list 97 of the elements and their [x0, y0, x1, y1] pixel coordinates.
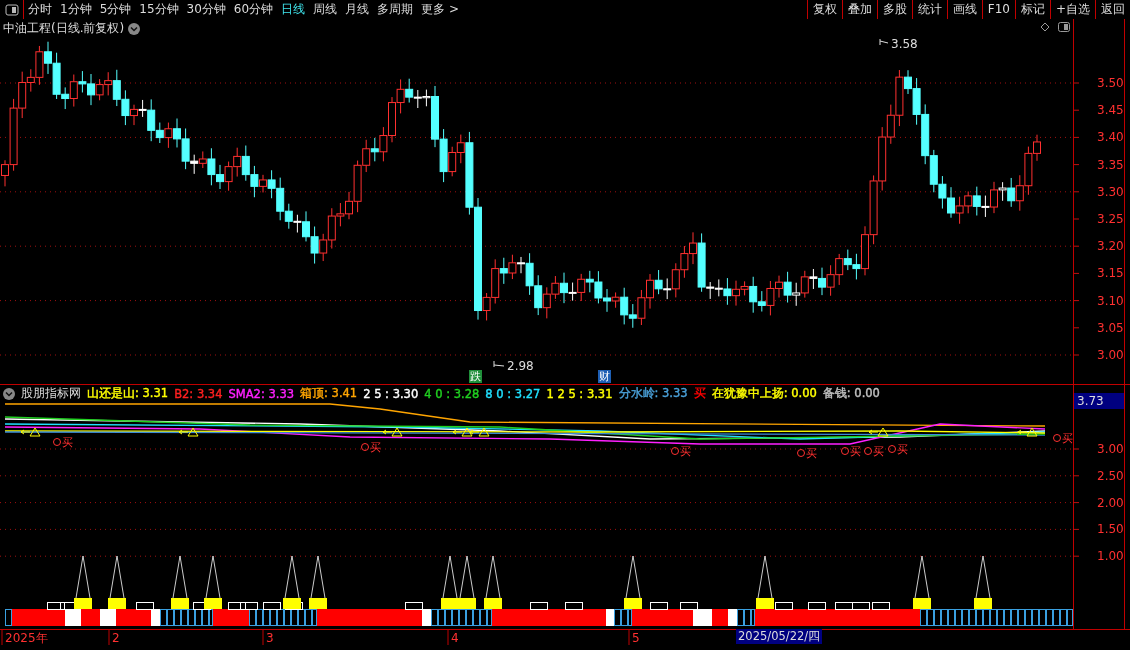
dropdown-icon[interactable] [128, 22, 141, 35]
buy-signal-label: 买 [680, 445, 691, 458]
candlestick [405, 78, 414, 104]
value-axis-label: 3.00 [1097, 442, 1124, 456]
legend-item: 箱顶: 3.41 [300, 386, 358, 401]
arrow-triangle-marker-icon [452, 427, 473, 437]
candlestick [809, 268, 818, 290]
legend-item: 在犹豫中上扬: 0.00 [711, 386, 817, 401]
date-axis-label: 2025年 [5, 631, 48, 645]
candlestick [826, 264, 835, 297]
value-axis-label: 2.00 [1097, 495, 1124, 510]
pointer-arrow-icon [493, 360, 505, 368]
value-axis-label: 1.50 [1097, 522, 1124, 537]
legend-item: 备钱: 0.00 [822, 386, 880, 401]
legend-item: 买 [693, 386, 706, 401]
date-axis-label: 5 [632, 631, 640, 645]
price-axis-label: 3.30 [1097, 184, 1124, 199]
value-axis-label: 2.50 [1097, 468, 1124, 483]
arrow-triangle-marker-icon [20, 427, 41, 437]
circle-marker-icon [797, 449, 805, 457]
candlestick [637, 289, 646, 326]
candlestick [551, 275, 560, 300]
diamond-icon[interactable] [1040, 22, 1050, 32]
price-axis-label: 3.05 [1097, 320, 1124, 335]
candlestick [972, 186, 981, 216]
candlestick [241, 145, 250, 182]
date-axis-label: 2 [112, 631, 120, 645]
candlestick [542, 286, 551, 319]
buy-signal-label: 买 [1062, 432, 1073, 445]
price-axis-label: 3.20 [1097, 239, 1124, 254]
candlestick [964, 190, 973, 214]
candlestick [929, 149, 938, 193]
buy-signal-label: 买 [850, 445, 861, 458]
candlestick [310, 226, 319, 265]
legend-item: 1 2 5 : 3.31 [546, 386, 613, 401]
circle-marker-icon [888, 445, 896, 453]
buy-signal-label: 买 [897, 443, 908, 456]
pointer-arrow-icon [879, 38, 889, 46]
cursor-date-label: 2025/05/22/四 [736, 629, 823, 644]
candlestick [783, 271, 792, 304]
date-axis-label: 4 [451, 631, 459, 645]
buy-signal-label: 买 [370, 441, 381, 454]
buy-signal-label: 买 [873, 445, 884, 458]
circle-marker-icon [864, 447, 872, 455]
circle-marker-icon [841, 447, 849, 455]
legend-item: 8 0 : 3.27 [485, 386, 541, 401]
circle-marker-icon [1053, 434, 1061, 442]
arrow-triangle-marker-icon [382, 427, 403, 437]
circle-marker-icon [361, 443, 369, 451]
legend-item: B2: 3.34 [174, 386, 223, 401]
high-price-label: 3.58 [891, 37, 918, 51]
legend-item: 山还是山: 3.31 [87, 386, 169, 401]
candlestick [654, 269, 663, 295]
low-price-label: 2.98 [507, 359, 534, 373]
price-axis-label: 3.25 [1097, 212, 1124, 226]
event-badge[interactable]: 跌 [469, 370, 482, 383]
candlestick [233, 147, 242, 178]
dropdown-icon[interactable] [3, 387, 15, 400]
candlestick [921, 103, 930, 165]
buy-signal-label: 买 [62, 436, 73, 449]
circle-marker-icon [53, 438, 61, 446]
candlestick [869, 174, 878, 245]
legend-item: 2 5 : 3.30 [363, 386, 419, 401]
candlestick [224, 161, 233, 192]
circle-marker-icon [671, 447, 679, 455]
indicator-name: 股朋指标网 [21, 386, 81, 401]
candlestick [680, 245, 689, 279]
date-axis-label: 3 [266, 631, 274, 645]
price-axis-label: 3.35 [1097, 157, 1124, 172]
value-axis-label: 1.00 [1097, 549, 1124, 564]
arrow-triangle-marker-icon [868, 427, 889, 437]
candlestick [1015, 174, 1024, 212]
candlestick [164, 122, 173, 149]
price-axis-label: 3.15 [1097, 266, 1124, 281]
price-axis-label: 3.40 [1097, 130, 1124, 145]
event-badge[interactable]: 财 [598, 370, 611, 383]
legend-item: 4 0 : 3.28 [424, 386, 480, 401]
panel-toggle-icon[interactable] [1058, 22, 1070, 32]
price-axis-label: 3.50 [1097, 76, 1124, 90]
stock-title: 中油工程(日线.前复权) [3, 20, 125, 37]
price-axis-label: 3.00 [1097, 348, 1124, 362]
price-axis-label: 3.45 [1097, 103, 1124, 118]
candlestick [955, 196, 964, 225]
candlestick [938, 175, 947, 210]
candlestick [534, 274, 543, 316]
candlestick [396, 78, 405, 114]
current-value-label: 3.73 [1074, 393, 1124, 409]
price-axis-label: 3.10 [1097, 293, 1124, 308]
arrow-triangle-marker-icon [1017, 427, 1038, 437]
legend-item: 分水岭: 3.33 [618, 386, 688, 401]
candlestick [800, 270, 809, 299]
legend-item: SMA2: 3.33 [228, 386, 295, 401]
buy-signal-label: 买 [806, 447, 817, 460]
arrow-triangle-marker-icon [469, 427, 490, 437]
candlestick [792, 282, 801, 307]
candlestick [413, 89, 422, 109]
arrow-triangle-marker-icon [178, 427, 199, 437]
